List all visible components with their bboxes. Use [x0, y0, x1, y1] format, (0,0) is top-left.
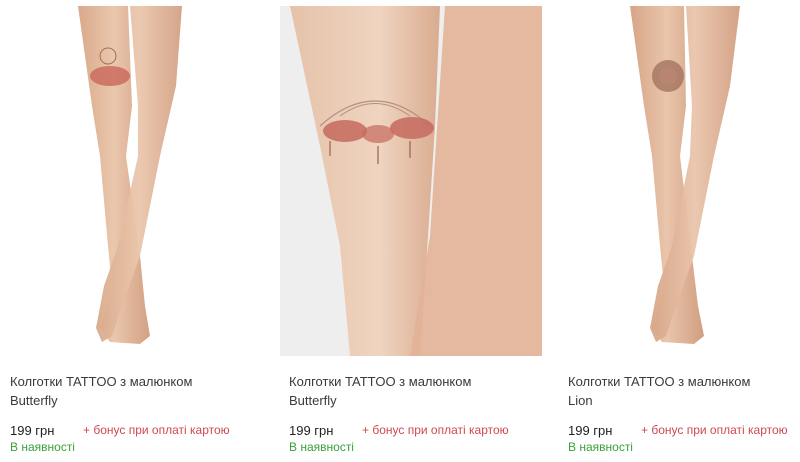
product-title[interactable]: Колготки TATTOO з малюнком Butterfly — [10, 372, 260, 410]
product-title-line2[interactable]: Butterfly — [289, 393, 337, 408]
product-title-line2[interactable]: Lion — [568, 393, 593, 408]
legs-lion-tattoo-photo-icon — [558, 6, 800, 356]
product-title-line2[interactable]: Butterfly — [10, 393, 58, 408]
product-title-line1[interactable]: Колготки TATTOO з малюнком — [289, 374, 471, 389]
product-card[interactable]: Колготки TATTOO з малюнком Butterfly 199… — [280, 0, 542, 462]
legs-tattoo-photo-icon — [0, 6, 262, 356]
product-title-line1[interactable]: Колготки TATTOO з малюнком — [10, 374, 192, 389]
product-price: 199 грн — [10, 423, 55, 438]
product-image[interactable] — [558, 6, 800, 356]
bonus-note: + бонус при оплаті картою — [362, 423, 509, 437]
availability-status: В наявності — [568, 440, 633, 454]
product-card[interactable]: Колготки TATTOO з малюнком Butterfly 199… — [0, 0, 262, 462]
product-title[interactable]: Колготки TATTOO з малюнком Butterfly — [289, 372, 539, 410]
product-title[interactable]: Колготки TATTOO з малюнком Lion — [568, 372, 800, 410]
product-price: 199 грн — [568, 423, 613, 438]
product-image[interactable] — [0, 6, 262, 356]
thigh-tattoo-closeup-photo-icon — [280, 6, 542, 356]
product-title-line1[interactable]: Колготки TATTOO з малюнком — [568, 374, 750, 389]
availability-status: В наявності — [289, 440, 354, 454]
availability-status: В наявності — [10, 440, 75, 454]
product-image[interactable] — [280, 6, 542, 356]
bonus-note: + бонус при оплаті картою — [83, 423, 230, 437]
bonus-note: + бонус при оплаті картою — [641, 423, 788, 437]
product-price: 199 грн — [289, 423, 334, 438]
product-card[interactable]: Колготки TATTOO з малюнком Lion 199 грн … — [558, 0, 800, 462]
